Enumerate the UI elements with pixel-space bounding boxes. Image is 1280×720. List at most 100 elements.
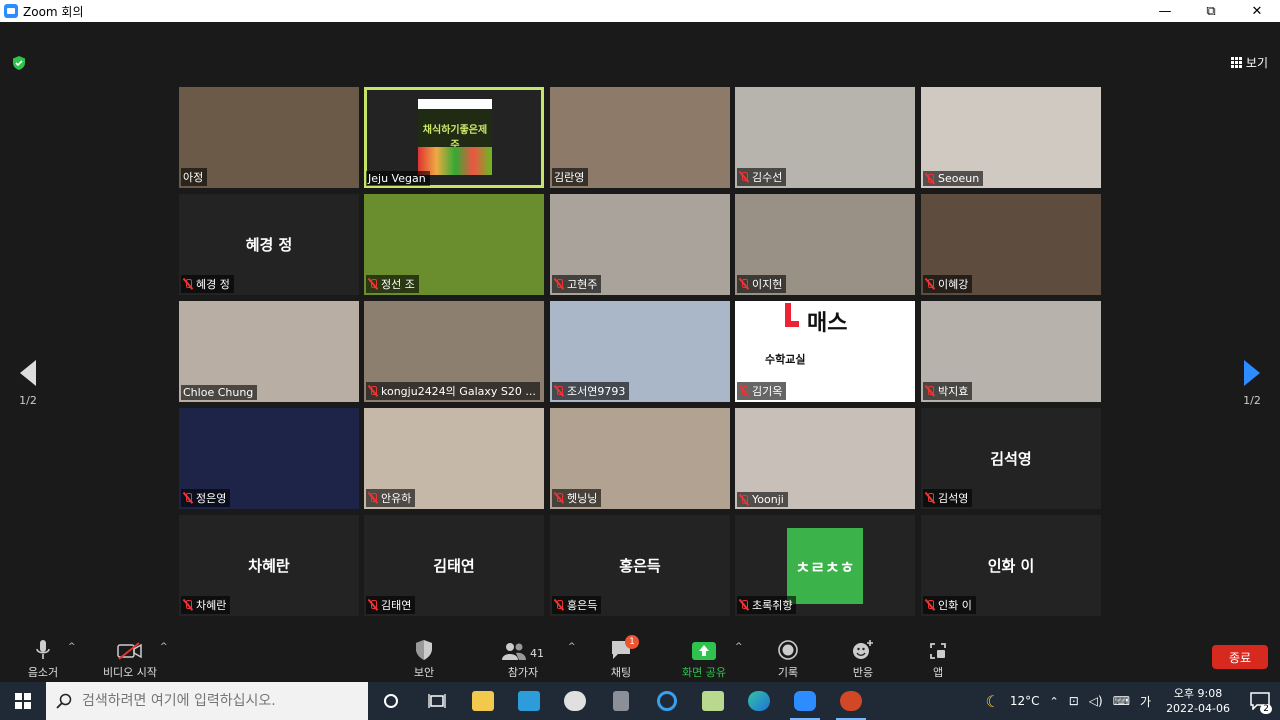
maps-button[interactable] bbox=[690, 682, 736, 720]
participant-tile[interactable]: 홍은득 홍은득 bbox=[550, 515, 730, 616]
start-video-button[interactable]: 비디오 시작 bbox=[90, 638, 170, 680]
share-options-chevron-icon[interactable]: ^ bbox=[735, 642, 743, 652]
participant-tile[interactable]: 김수선 bbox=[735, 87, 915, 188]
participant-tile[interactable]: 고현주 bbox=[550, 194, 730, 295]
paint-button[interactable] bbox=[552, 682, 598, 720]
record-button[interactable]: 기록 bbox=[748, 638, 828, 680]
participant-tile[interactable]: 이지현 bbox=[735, 194, 915, 295]
share-screen-arrow-icon bbox=[692, 642, 716, 660]
participant-tile[interactable]: 김석영 김석영 bbox=[921, 408, 1101, 509]
participant-tile[interactable]: 인화 이 인화 이 bbox=[921, 515, 1101, 616]
mic-muted-icon bbox=[183, 492, 193, 504]
video-options-chevron-icon[interactable]: ^ bbox=[160, 642, 168, 652]
security-shield-icon bbox=[416, 640, 432, 660]
participant-tile[interactable]: kongju2424의 Galaxy S20 ... bbox=[364, 301, 544, 402]
network-icon[interactable]: ⊡ bbox=[1064, 694, 1084, 708]
participant-name-label: 고현주 bbox=[552, 275, 602, 293]
page-indicator-right: 1/2 bbox=[1243, 394, 1261, 407]
participant-tile[interactable]: 차혜란 차혜란 bbox=[179, 515, 359, 616]
participant-name-label: 안유하 bbox=[366, 489, 416, 507]
file-explorer-button[interactable] bbox=[460, 682, 506, 720]
participant-tile[interactable]: ㅊㄹㅊㅎ 초록취향 bbox=[735, 515, 915, 616]
participant-name-label: 초록취향 bbox=[737, 596, 797, 614]
taskbar-search[interactable] bbox=[46, 682, 368, 720]
participant-tile[interactable]: Yoonji bbox=[735, 408, 915, 509]
participant-tile[interactable]: 박지효 bbox=[921, 301, 1101, 402]
participant-tile[interactable]: 조서연9793 bbox=[550, 301, 730, 402]
board-big-text: 매스 bbox=[807, 311, 848, 336]
chat-button[interactable]: 1 채팅 bbox=[581, 635, 661, 680]
audio-options-chevron-icon[interactable]: ^ bbox=[68, 642, 76, 652]
notification-center-button[interactable]: 2 bbox=[1240, 692, 1280, 714]
mic-muted-icon bbox=[739, 171, 749, 183]
restore-button[interactable]: ⧉ bbox=[1188, 0, 1234, 22]
mic-muted-icon bbox=[554, 278, 564, 290]
previous-page-button[interactable]: 1/2 bbox=[8, 360, 48, 407]
edge-button[interactable] bbox=[736, 682, 782, 720]
participant-name-label: kongju2424의 Galaxy S20 ... bbox=[366, 382, 540, 400]
reactions-label: 반응 bbox=[852, 666, 874, 679]
maps-icon bbox=[702, 691, 724, 711]
participant-tile[interactable]: 정선 조 bbox=[364, 194, 544, 295]
participants-button[interactable]: 41 참가자 bbox=[483, 638, 563, 680]
close-button[interactable]: ✕ bbox=[1234, 0, 1280, 22]
participant-name: 김기옥 bbox=[752, 385, 783, 398]
mic-muted-icon bbox=[554, 492, 564, 504]
encryption-shield-icon[interactable] bbox=[12, 56, 26, 70]
participant-tile[interactable]: 김태연 김태연 bbox=[364, 515, 544, 616]
participant-tile[interactable]: 이혜강 bbox=[921, 194, 1101, 295]
task-view-button[interactable] bbox=[414, 682, 460, 720]
powerpoint-button[interactable] bbox=[828, 682, 874, 720]
mic-muted-icon bbox=[925, 385, 935, 397]
participant-tile[interactable]: 혜경 정 혜경 정 bbox=[179, 194, 359, 295]
view-button[interactable]: 보기 bbox=[1230, 54, 1268, 71]
zoom-taskbar-button[interactable] bbox=[782, 682, 828, 720]
participant-name-label: Yoonji bbox=[737, 492, 788, 507]
security-label: 보안 bbox=[413, 666, 435, 679]
participant-tile[interactable]: 정은영 bbox=[179, 408, 359, 509]
apps-button[interactable]: 앱 bbox=[898, 638, 978, 680]
security-button[interactable]: 보안 bbox=[384, 638, 464, 680]
participant-tile[interactable]: 헷닝닝 bbox=[550, 408, 730, 509]
reactions-button[interactable]: 반응 bbox=[823, 638, 903, 680]
notification-count: 2 bbox=[1260, 704, 1272, 714]
mic-muted-icon bbox=[925, 173, 935, 185]
volume-icon[interactable]: ◁) bbox=[1084, 694, 1108, 708]
clock[interactable]: 오후 9:08 2022-04-06 bbox=[1156, 686, 1240, 716]
language-icon[interactable]: ⌨ bbox=[1108, 694, 1135, 708]
window-title: Zoom 회의 bbox=[23, 4, 84, 19]
next-page-button[interactable]: 1/2 bbox=[1232, 360, 1272, 407]
participant-name-label: 김수선 bbox=[737, 168, 787, 186]
participant-tile[interactable]: 김란영 bbox=[550, 87, 730, 188]
participant-tile[interactable]: 매스 수학교실 김기옥 bbox=[735, 301, 915, 402]
title-bar: Zoom 회의 — ⧉ ✕ bbox=[0, 0, 1280, 22]
record-label: 기록 bbox=[777, 666, 799, 679]
participant-name-label: 혜경 정 bbox=[181, 275, 234, 293]
end-meeting-button[interactable]: 종료 bbox=[1212, 645, 1268, 669]
participants-options-chevron-icon[interactable]: ^ bbox=[568, 642, 576, 652]
internet-explorer-button[interactable] bbox=[644, 682, 690, 720]
share-screen-button[interactable]: 화면 공유 bbox=[664, 638, 744, 680]
calculator-button[interactable] bbox=[598, 682, 644, 720]
participant-tile[interactable]: 채식하기좋은제주 Jeju Vegan bbox=[364, 87, 544, 188]
participant-name: 박지효 bbox=[938, 385, 969, 398]
mic-muted-icon bbox=[183, 278, 193, 290]
participant-tile[interactable]: Seoeun bbox=[921, 87, 1101, 188]
participant-tile[interactable]: Chloe Chung bbox=[179, 301, 359, 402]
search-input[interactable] bbox=[82, 693, 342, 709]
weather-temp[interactable]: 12°C bbox=[1005, 694, 1045, 708]
participants-icon bbox=[502, 643, 526, 660]
participant-display-name: 김태연 bbox=[433, 557, 475, 575]
ime-indicator[interactable]: 가 bbox=[1135, 693, 1156, 710]
app-blue-button[interactable] bbox=[506, 682, 552, 720]
cortana-button[interactable] bbox=[368, 682, 414, 720]
participant-tile[interactable]: 안유하 bbox=[364, 408, 544, 509]
clock-time: 오후 9:08 bbox=[1173, 687, 1223, 700]
participant-tile[interactable]: 아정 bbox=[179, 87, 359, 188]
participant-name-label: Jeju Vegan bbox=[366, 171, 430, 186]
meeting-toolbar: 음소거 ^ 비디오 시작 ^ 보안 41 참가자 ^ 1 채팅 화면 공유 ^ … bbox=[0, 632, 1280, 682]
minimize-button[interactable]: — bbox=[1142, 0, 1188, 22]
participant-name: 김수선 bbox=[752, 171, 783, 184]
tray-chevron-icon[interactable]: ⌃ bbox=[1044, 695, 1063, 708]
start-button[interactable] bbox=[0, 682, 46, 720]
